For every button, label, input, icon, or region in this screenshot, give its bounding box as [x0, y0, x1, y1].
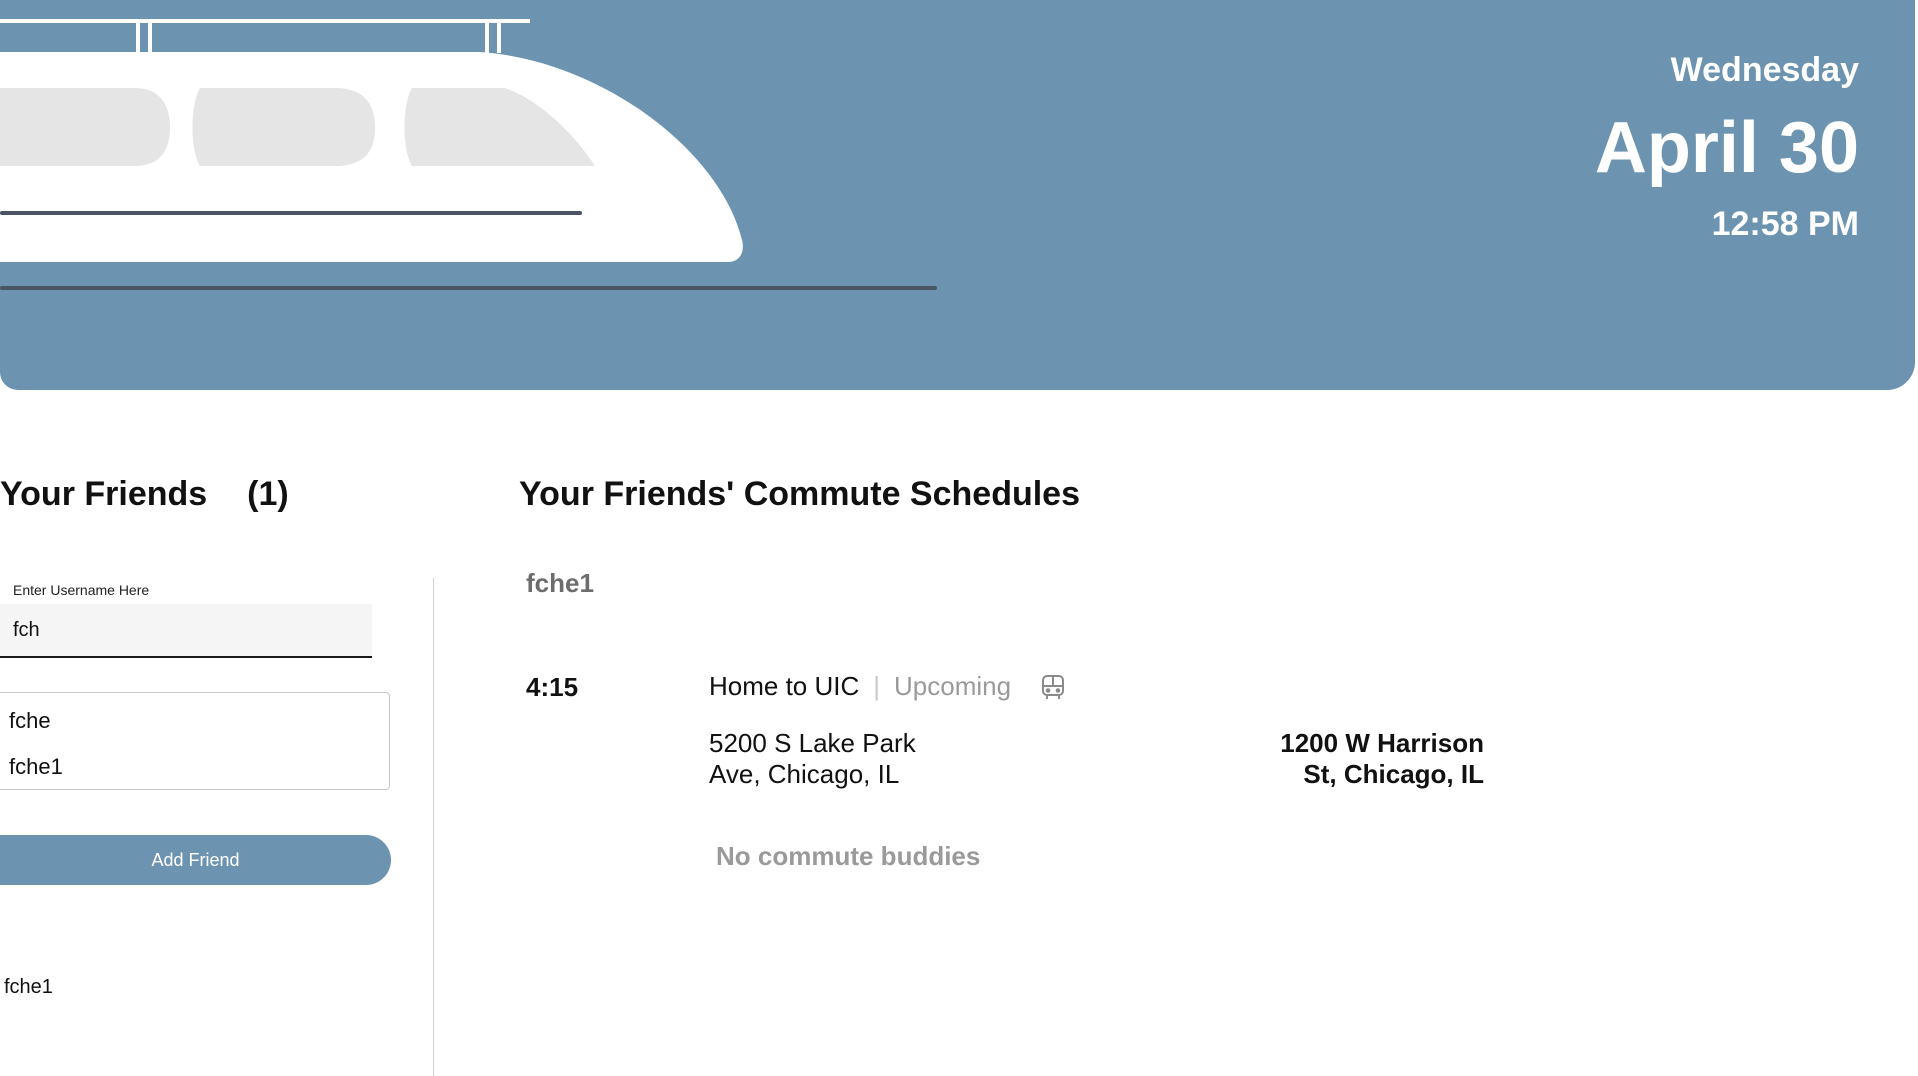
- username-field-label: Enter Username Here: [13, 582, 150, 598]
- weekday-label: Wednesday: [1670, 51, 1859, 89]
- page: Wednesday April 30 12:58 PM Your Friends…: [0, 0, 1918, 1076]
- destination-address: 1200 W Harrison St, Chicago, IL: [1200, 728, 1484, 790]
- suggestion-item[interactable]: fche: [0, 697, 389, 745]
- destination-line-2: St, Chicago, IL: [1303, 759, 1484, 789]
- origin-address: 5200 S Lake Park Ave, Chicago, IL: [709, 728, 969, 790]
- friends-heading: Your Friends (1): [0, 472, 289, 516]
- destination-line-1: 1200 W Harrison: [1280, 728, 1484, 758]
- bus-icon: [1039, 673, 1067, 701]
- commute-time: 4:15: [526, 672, 579, 702]
- route-name: Home to UIC: [709, 671, 860, 701]
- origin-line-1: 5200 S Lake Park: [709, 728, 916, 758]
- commute-status: Upcoming: [894, 671, 1012, 701]
- schedules-heading: Your Friends' Commute Schedules: [519, 475, 1080, 513]
- header-banner: Wednesday April 30 12:58 PM: [0, 0, 1915, 390]
- username-suggestions: fche fche1: [0, 692, 390, 790]
- add-friend-button[interactable]: Add Friend: [0, 835, 391, 885]
- suggestion-item[interactable]: fche1: [0, 743, 389, 791]
- route-separator: |: [873, 671, 881, 701]
- route-summary: Home to UIC | Upcoming: [709, 671, 1067, 702]
- date-time-display: Wednesday April 30 12:58 PM: [1595, 46, 1859, 248]
- schedule-friend-name: fche1: [526, 568, 594, 598]
- train-illustration: [0, 19, 937, 290]
- panel-divider: [433, 578, 434, 1076]
- date-label: April 30: [1594, 108, 1859, 188]
- commute-buddies-status: No commute buddies: [716, 841, 981, 871]
- friends-count: (1): [247, 475, 289, 513]
- username-input[interactable]: [0, 604, 372, 658]
- time-label: 12:58 PM: [1711, 205, 1859, 243]
- friend-list-item[interactable]: fche1: [4, 976, 53, 999]
- origin-line-2: Ave, Chicago, IL: [709, 759, 900, 789]
- friends-title: Your Friends: [0, 475, 208, 513]
